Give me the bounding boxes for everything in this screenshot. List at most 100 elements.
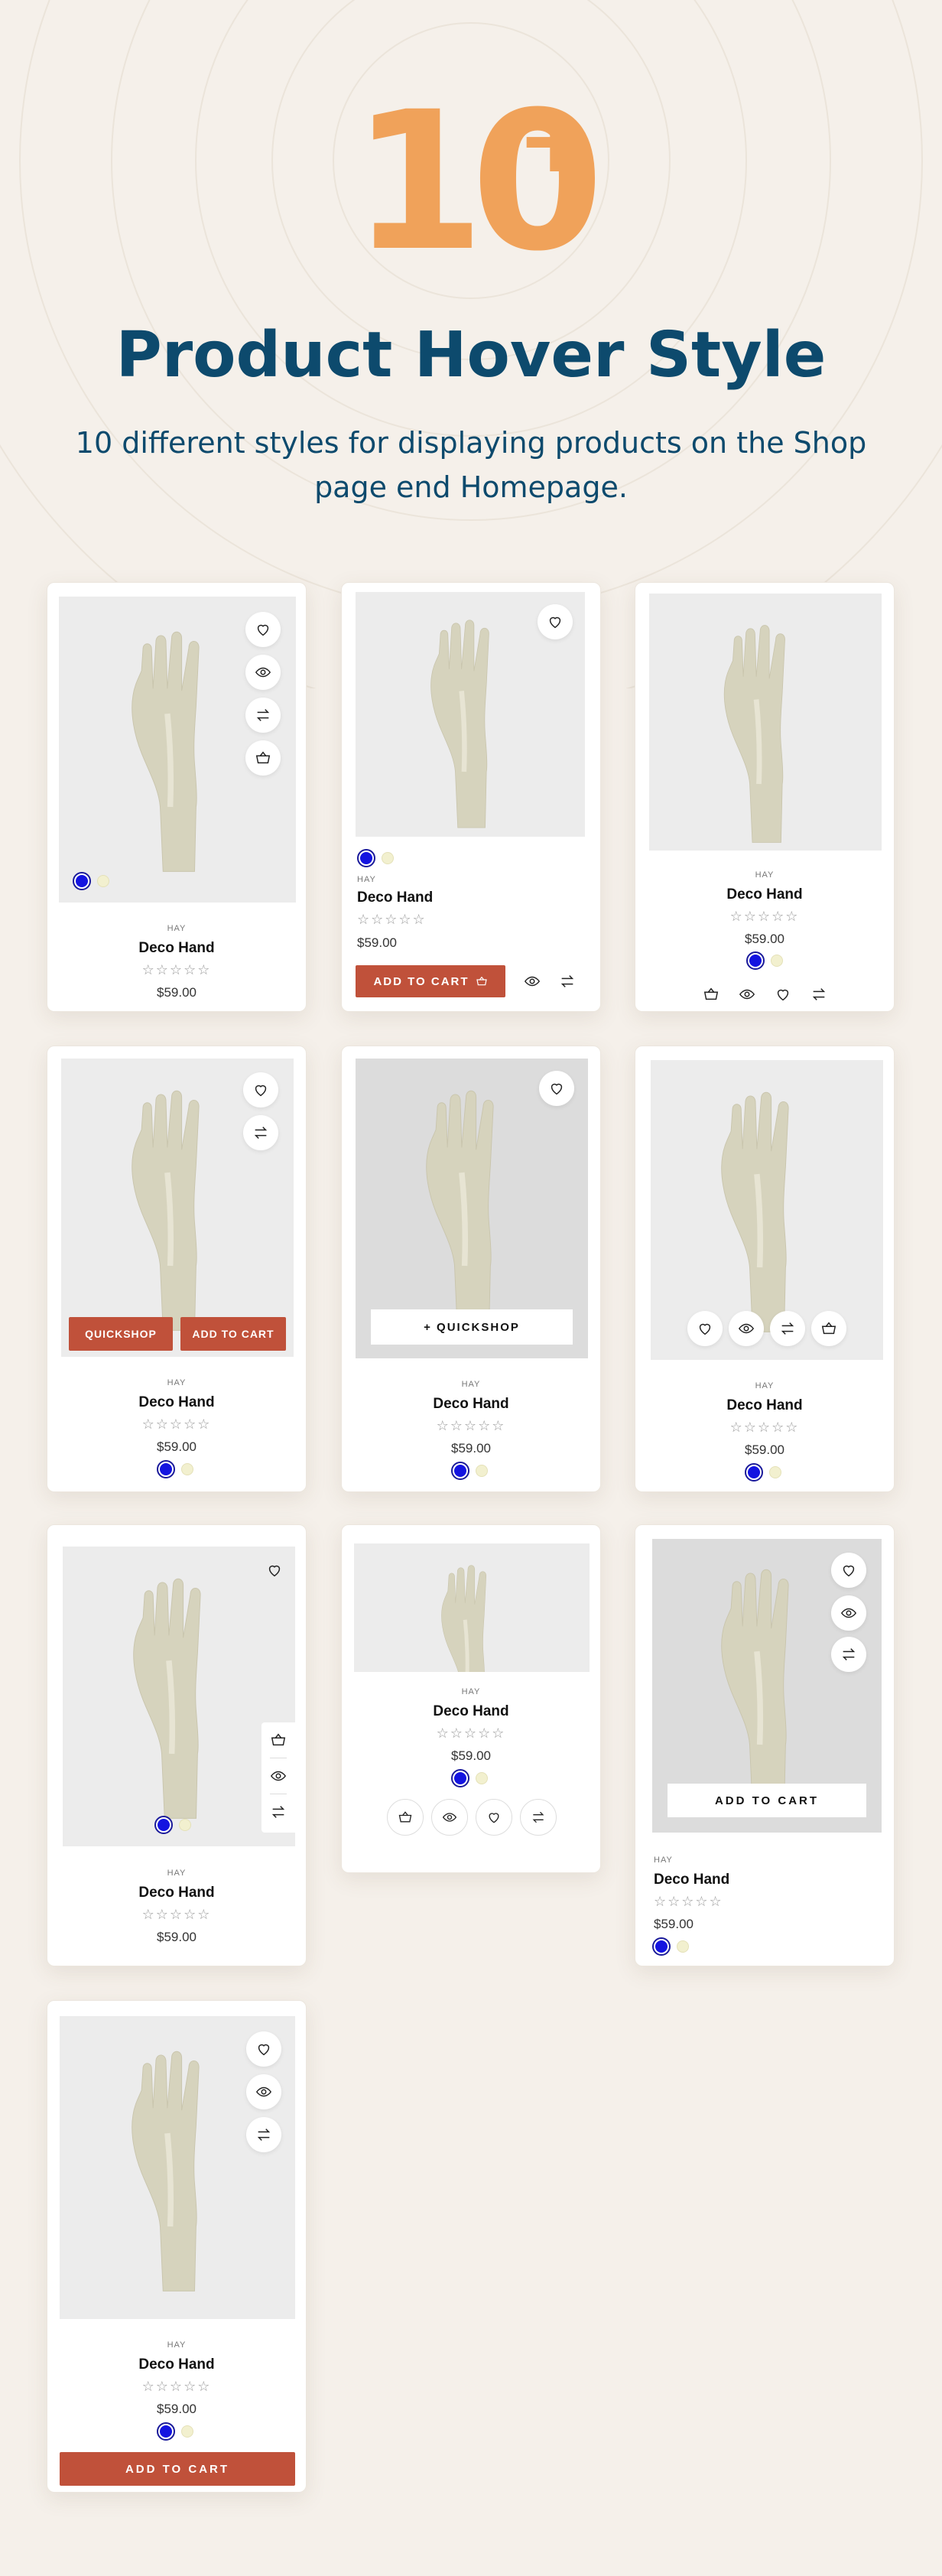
product-card-style-10[interactable]: HAY Deco Hand ☆☆☆☆☆ $59.00 ADD TO CART [47, 2000, 307, 2493]
swatch-blue[interactable] [157, 2422, 175, 2441]
compare-icon[interactable] [556, 970, 579, 993]
basket-icon[interactable] [387, 1799, 424, 1836]
product-price: $59.00 [451, 1441, 491, 1456]
wishlist-heart-icon[interactable] [263, 1559, 286, 1582]
swatch-cream[interactable] [677, 1940, 689, 1953]
product-brand: HAY [461, 1687, 481, 1696]
quickview-eye-icon[interactable] [267, 1758, 290, 1794]
add-to-cart-button[interactable]: ADD TO CART [668, 1784, 866, 1817]
product-image[interactable] [354, 1543, 590, 1672]
product-card-style-2[interactable]: HAY Deco Hand ☆☆☆☆☆ $59.00 ADD TO CART [341, 582, 601, 1012]
swatch-blue[interactable] [746, 951, 765, 970]
product-name[interactable]: Deco Hand [47, 940, 306, 957]
swatch-cream[interactable] [476, 1772, 488, 1784]
product-image[interactable] [649, 594, 882, 851]
wishlist-heart-icon[interactable] [687, 1311, 723, 1346]
wishlist-heart-icon[interactable] [771, 983, 794, 1006]
wishlist-heart-icon[interactable] [245, 612, 281, 647]
compare-icon[interactable] [246, 2117, 281, 2152]
compare-icon[interactable] [267, 1794, 290, 1830]
swatch-blue[interactable] [652, 1937, 671, 1956]
basket-icon[interactable] [267, 1722, 290, 1758]
product-card-style-7[interactable]: HAY Deco Hand ☆☆☆☆☆ $59.00 [47, 1524, 307, 1966]
swatch-cream[interactable] [382, 852, 394, 864]
rating-stars: ☆☆☆☆☆ [141, 962, 212, 978]
swatch-cream[interactable] [181, 2425, 193, 2438]
wishlist-heart-icon[interactable] [246, 2031, 281, 2067]
product-card-style-6[interactable]: HAY Deco Hand ☆☆☆☆☆ $59.00 [635, 1046, 895, 1492]
product-card-style-4[interactable]: QUICKSHOP ADD TO CART HAY Deco Hand ☆☆☆☆… [47, 1046, 307, 1492]
product-card-style-3[interactable]: HAY Deco Hand ☆☆☆☆☆ $59.00 [635, 582, 895, 1012]
hero-number: 10 + [0, 86, 942, 278]
quickview-eye-icon[interactable] [245, 655, 281, 690]
add-to-cart-button[interactable]: ADD TO CART [60, 2452, 295, 2486]
quickview-eye-icon[interactable] [729, 1311, 764, 1346]
product-name[interactable]: Deco Hand [635, 886, 894, 903]
swatch-cream[interactable] [771, 955, 783, 967]
product-image[interactable] [63, 1547, 295, 1846]
product-image[interactable] [356, 592, 585, 837]
product-name[interactable]: Deco Hand [357, 890, 510, 906]
product-image[interactable] [651, 1060, 883, 1360]
basket-icon[interactable] [811, 1311, 846, 1346]
product-name[interactable]: Deco Hand [47, 1394, 306, 1411]
product-card-style-8[interactable]: HAY Deco Hand ☆☆☆☆☆ $59.00 [341, 1524, 601, 1873]
swatch-blue[interactable] [154, 1816, 173, 1834]
swatch-cream[interactable] [769, 1466, 781, 1478]
add-to-cart-button[interactable]: ADD TO CART [356, 965, 505, 997]
product-card-style-5[interactable]: + QUICKSHOP HAY Deco Hand ☆☆☆☆☆ $59.00 [341, 1046, 601, 1492]
product-brand: HAY [167, 1869, 187, 1878]
basket-icon[interactable] [245, 740, 281, 776]
product-name[interactable]: Deco Hand [342, 1396, 600, 1413]
compare-icon[interactable] [831, 1637, 866, 1672]
product-image[interactable] [60, 2016, 295, 2319]
swatch-cream[interactable] [97, 875, 109, 887]
quickview-eye-icon[interactable] [431, 1799, 468, 1836]
swatch-cream[interactable] [476, 1465, 488, 1477]
product-image[interactable]: ADD TO CART [652, 1539, 882, 1833]
compare-icon[interactable] [520, 1799, 557, 1836]
product-image[interactable]: QUICKSHOP ADD TO CART [61, 1059, 294, 1357]
product-photo [120, 2039, 235, 2299]
quickview-eye-icon[interactable] [831, 1595, 866, 1631]
product-image[interactable]: + QUICKSHOP [356, 1059, 588, 1358]
product-name[interactable]: Deco Hand [47, 1885, 306, 1901]
compare-icon[interactable] [807, 983, 830, 1006]
wishlist-heart-icon[interactable] [539, 1071, 574, 1106]
compare-icon[interactable] [245, 698, 281, 733]
product-image[interactable] [59, 597, 296, 903]
quickshop-button[interactable]: QUICKSHOP [69, 1317, 173, 1351]
product-card-style-1[interactable]: HAY Deco Hand ☆☆☆☆☆ $59.00 [47, 582, 307, 1012]
color-swatches [357, 849, 394, 867]
wishlist-heart-icon[interactable] [476, 1799, 512, 1836]
product-price: $59.00 [745, 932, 784, 946]
wishlist-heart-icon[interactable] [538, 604, 573, 639]
quickview-eye-icon[interactable] [521, 970, 544, 993]
quickview-eye-icon[interactable] [246, 2074, 281, 2109]
swatch-blue[interactable] [73, 872, 91, 890]
swatch-cream[interactable] [181, 1463, 193, 1475]
product-name[interactable]: Deco Hand [635, 1397, 894, 1414]
wishlist-heart-icon[interactable] [243, 1072, 278, 1107]
rating-stars: ☆☆☆☆☆ [141, 1416, 212, 1433]
product-name[interactable]: Deco Hand [342, 1703, 600, 1720]
quickshop-button[interactable]: + QUICKSHOP [371, 1309, 573, 1345]
swatch-blue[interactable] [357, 849, 375, 867]
swatch-cream[interactable] [179, 1819, 191, 1831]
basket-icon[interactable] [700, 983, 723, 1006]
product-brand: HAY [167, 1378, 187, 1387]
quickview-eye-icon[interactable] [736, 983, 758, 1006]
compare-icon[interactable] [243, 1115, 278, 1150]
color-swatches [73, 872, 109, 890]
product-name[interactable]: Deco Hand [654, 1872, 807, 1888]
product-card-style-9[interactable]: ADD TO CART HAY Deco Hand ☆☆☆☆☆ $59.00 [635, 1524, 895, 1966]
swatch-blue[interactable] [745, 1463, 763, 1482]
swatch-blue[interactable] [157, 1460, 175, 1478]
wishlist-heart-icon[interactable] [831, 1553, 866, 1588]
product-name[interactable]: Deco Hand [47, 2356, 306, 2373]
swatch-blue[interactable] [451, 1769, 469, 1787]
compare-icon[interactable] [770, 1311, 805, 1346]
color-swatches [451, 1462, 488, 1480]
add-to-cart-button[interactable]: ADD TO CART [180, 1317, 286, 1351]
swatch-blue[interactable] [451, 1462, 469, 1480]
